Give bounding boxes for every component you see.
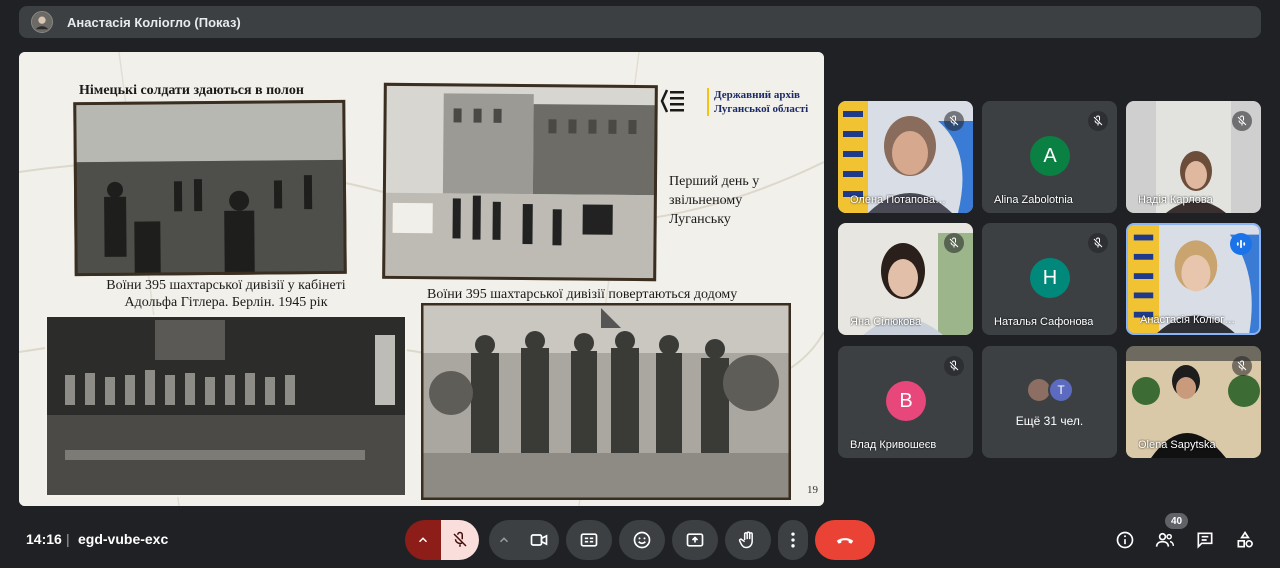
participant-tile[interactable]: Яна Сілюкова [838,223,973,335]
participant-tile[interactable]: В Влад Кривошеєв [838,346,973,458]
participant-tile[interactable]: Надія Карлова [1126,101,1261,213]
photo-surrender [73,99,347,277]
more-vert-icon [791,532,795,548]
photo-liberated-luhansk [382,82,658,282]
caption-surrender: Німецькі солдати здаються в полон [79,83,304,98]
more-participants-label: Ещё 31 чел. [1015,414,1084,428]
reactions-button[interactable] [619,520,665,560]
activities-shapes-icon [1237,530,1253,548]
audio-options-button[interactable] [405,520,441,560]
participant-tile[interactable]: Н Наталья Сафонова [982,223,1117,335]
chevron-up-icon [499,537,509,543]
hand-icon [738,531,753,549]
mic-off-icon [453,531,467,547]
closed-captions-icon [580,533,598,547]
raise-hand-button[interactable] [725,520,771,560]
present-screen-button[interactable] [672,520,718,560]
participant-tile-active-speaker[interactable]: Анастасія Коліог… [1126,223,1261,335]
slide-page-number: 19 [807,484,818,496]
mic-off-icon [1093,115,1103,126]
muted-indicator [1088,111,1108,131]
chat-button[interactable] [1191,526,1219,554]
mic-off-icon [949,360,959,371]
muted-indicator [944,111,964,131]
call-end-icon [836,538,854,544]
caption-return-home: Воїни 395 шахтарської дивізії повертають… [427,287,738,302]
toggle-microphone-button[interactable] [441,520,479,560]
muted-indicator [944,233,964,253]
presenter-avatar [31,11,53,33]
muted-indicator [1232,111,1252,131]
participant-name: Олена Потапова… [850,194,946,206]
participant-name: Анастасія Коліог… [1140,314,1236,326]
meeting-details-button[interactable] [1111,526,1139,554]
audio-level-icon [1236,239,1246,249]
photo-hitler-office [45,315,407,497]
participant-tile[interactable]: Олена Потапова… [838,101,973,213]
present-to-all-icon [686,533,704,547]
participant-thumb-avatar: T [1048,377,1074,403]
shared-slide: Німецькі солдати здаються в полон Держав… [19,52,824,506]
caption-hitler-office: Воїни 395 шахтарської дивізії у кабінеті… [81,277,371,311]
speaking-indicator [1230,233,1252,255]
chevron-up-icon [418,537,428,543]
caption-hitler-office-line2: Адольфа Гітлера. Берлін. 1945 рік [124,295,328,310]
caption-first-day-line2: звільненому [669,193,743,208]
caption-hitler-office-line1: Воїни 395 шахтарської дивізії у кабінеті [106,278,346,293]
participant-name: Olena Sapytska [1138,439,1216,451]
participant-tile[interactable]: A Alina Zabolotnia [982,101,1117,213]
participant-avatar: Н [1030,258,1070,298]
participant-name: Влад Кривошеєв [850,439,937,451]
participant-name: Надія Карлова [1138,194,1213,206]
participant-name: Яна Сілюкова [850,316,922,328]
meeting-code: egd-vube-exc [78,531,169,547]
separator: | [66,531,70,547]
muted-indicator [1088,233,1108,253]
more-options-button[interactable] [778,520,808,560]
participant-avatar: В [886,381,926,421]
muted-indicator [944,356,964,376]
archive-line2: Луганської області [714,103,809,115]
leave-call-button[interactable] [815,520,875,560]
archive-name: Державний архів Луганської області [707,88,808,116]
show-participants-button[interactable] [1151,526,1179,554]
activities-button[interactable] [1231,526,1259,554]
emoji-icon [633,531,651,549]
presenter-title: Анастасія Коліогло (Показ) [67,14,241,30]
photo-return-home [421,303,791,500]
meeting-controls-bar: 14:16 | egd-vube-exc 40 [0,512,1280,568]
clock: 14:16 [26,531,62,547]
chat-icon [1197,532,1213,549]
caption-first-day-line1: Перший день у [669,174,760,189]
participant-name: Alina Zabolotnia [994,194,1073,206]
video-options-button[interactable] [489,520,519,560]
caption-first-day-line3: Луганську [669,212,731,227]
caption-first-day: Перший день у звільненому Луганську [669,172,759,229]
info-icon [1116,531,1134,549]
mic-off-icon [949,115,959,126]
more-participants-tile[interactable]: T Ещё 31 чел. [982,346,1117,458]
participant-avatar: A [1030,136,1070,176]
people-icon [1155,532,1175,547]
mic-off-icon [1093,237,1103,248]
archive-line1: Державний архів [714,89,800,101]
mic-off-icon [1237,115,1247,126]
camera-control [489,520,559,560]
toggle-camera-button[interactable] [519,520,559,560]
video-camera-icon [530,534,548,546]
captions-button[interactable] [566,520,612,560]
microphone-control [405,520,479,560]
archive-logo-icon [660,89,684,113]
mic-off-icon [949,237,959,248]
muted-indicator [1232,356,1252,376]
presentation-header: Анастасія Коліогло (Показ) [19,6,1261,38]
participant-name: Наталья Сафонова [994,316,1094,328]
mic-off-icon [1237,360,1247,371]
more-participants-avatars: T [1026,377,1074,403]
participant-tile[interactable]: Olena Sapytska [1126,346,1261,458]
